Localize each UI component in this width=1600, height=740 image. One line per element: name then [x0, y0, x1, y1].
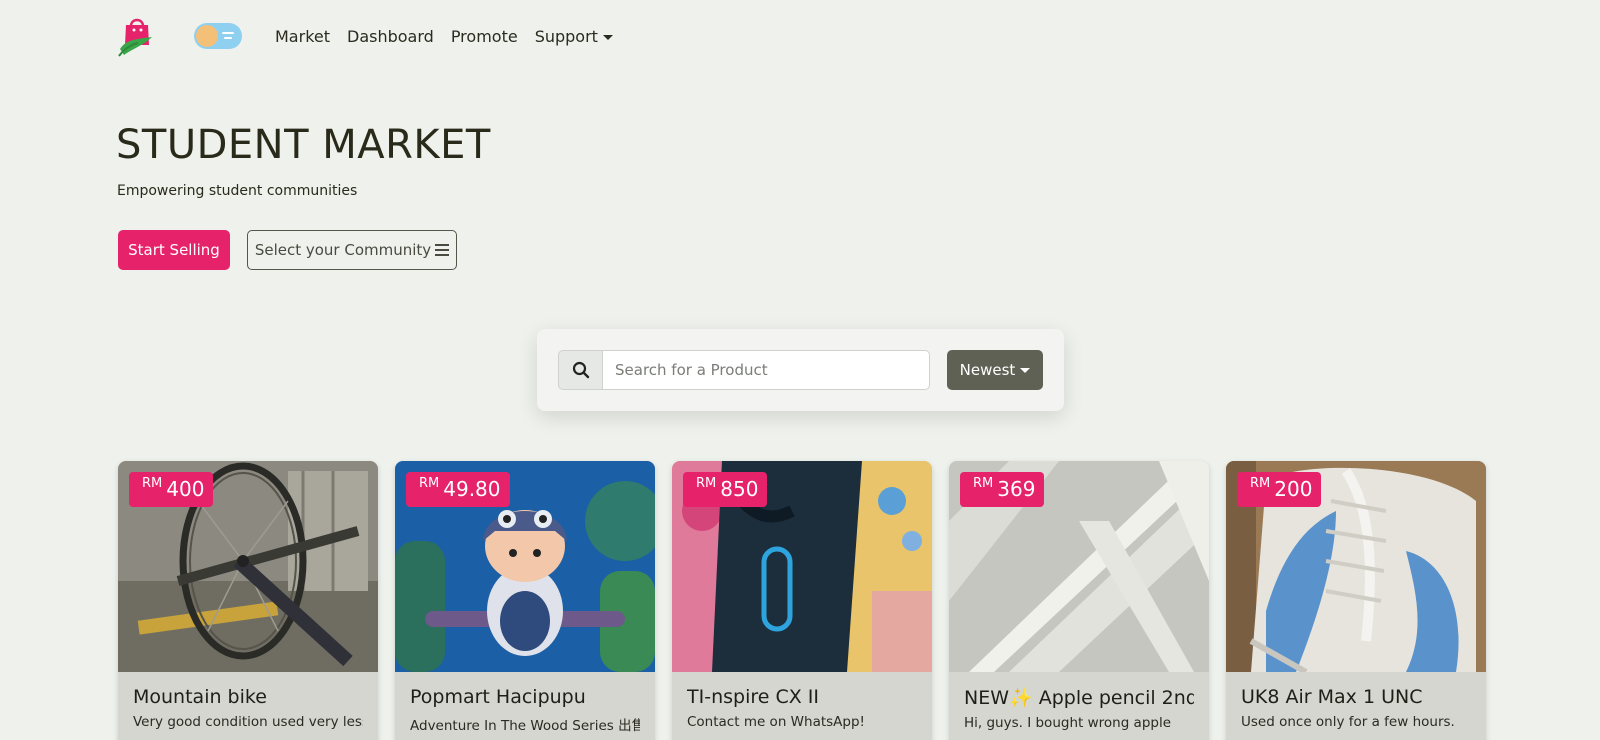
page-subtitle: Empowering student communities [117, 183, 358, 199]
caret-down-icon [602, 34, 613, 40]
product-description: Used once only for a few hours. [1241, 714, 1455, 730]
price-value: 49.80 [443, 477, 501, 501]
product-card[interactable]: RM 400 Mountain bike Very good condition… [118, 461, 378, 740]
product-title: NEW✨ Apple pencil 2nd [964, 687, 1194, 709]
card-body: UK8 Air Max 1 UNC Used once only for a f… [1226, 672, 1486, 730]
product-card[interactable]: RM 200 UK8 Air Max 1 UNC Used once only … [1226, 461, 1486, 740]
start-selling-button[interactable]: Start Selling [118, 230, 230, 270]
sort-label: Newest [959, 361, 1016, 379]
sun-icon [196, 25, 218, 47]
product-grid: RM 400 Mountain bike Very good condition… [118, 461, 1486, 740]
select-community-button[interactable]: Select your Community [247, 230, 457, 270]
search-icon [558, 350, 602, 390]
price-value: 200 [1274, 477, 1313, 501]
theme-toggle[interactable] [194, 23, 242, 49]
price-currency: RM [1250, 476, 1271, 491]
nav-link-dashboard[interactable]: Dashboard [347, 27, 434, 46]
product-card[interactable]: RM 369 NEW✨ Apple pencil 2nd Hi, guys. I… [949, 461, 1209, 740]
price-value: 850 [720, 477, 759, 501]
price-currency: RM [696, 476, 717, 491]
product-description: Hi, guys. I bought wrong apple [964, 715, 1172, 731]
price-value: 400 [166, 477, 205, 501]
card-body: Popmart Hacipupu Adventure In The Wood S… [395, 672, 655, 734]
search-group [558, 350, 930, 390]
product-image-pencil: RM 369 [949, 461, 1209, 672]
search-input[interactable] [602, 350, 930, 390]
product-image-figure: RM 49.80 [395, 461, 655, 672]
price-currency: RM [419, 476, 440, 491]
caret-down-icon [1020, 367, 1031, 373]
product-description: Contact me on WhatsApp! [687, 714, 865, 730]
price-currency: RM [973, 476, 994, 491]
product-title: UK8 Air Max 1 UNC [1241, 686, 1423, 708]
product-description: Very good condition used very less [133, 714, 363, 730]
product-title: Mountain bike [133, 686, 267, 708]
product-image-calculator-case: RM 850 [672, 461, 932, 672]
product-title: Popmart Hacipupu [410, 686, 586, 708]
search-panel: Newest [537, 329, 1064, 411]
nav-support-label: Support [534, 26, 598, 46]
product-image-sneaker: RM 200 [1226, 461, 1486, 672]
price-currency: RM [142, 476, 163, 491]
price-badge: RM 49.80 [406, 472, 510, 507]
nav-dropdown-support[interactable]: Support [535, 27, 613, 46]
nav-link-market[interactable]: Market [275, 27, 330, 46]
product-image-bike: RM 400 [118, 461, 378, 672]
product-card[interactable]: RM 850 TI-nspire CX II Contact me on Wha… [672, 461, 932, 740]
product-card[interactable]: RM 49.80 Popmart Hacipupu Adventure In T… [395, 461, 655, 740]
toggle-streak [222, 32, 234, 34]
shopping-bag-logo-icon[interactable] [118, 15, 156, 57]
card-body: NEW✨ Apple pencil 2nd Hi, guys. I bought… [949, 672, 1209, 731]
product-title: TI-nspire CX II [687, 686, 819, 708]
page-title: STUDENT MARKET [116, 122, 491, 168]
price-badge: RM 400 [129, 472, 214, 507]
card-body: Mountain bike Very good condition used v… [118, 672, 378, 730]
card-body: TI-nspire CX II Contact me on WhatsApp! [672, 672, 932, 730]
select-community-label: Select your Community [254, 241, 432, 259]
nav-link-promote[interactable]: Promote [451, 27, 518, 46]
hamburger-menu-icon [435, 244, 450, 256]
price-value: 369 [997, 477, 1036, 501]
product-description: Adventure In The Wood Series 出售 [410, 718, 640, 734]
price-badge: RM 369 [960, 472, 1045, 507]
sort-dropdown-button[interactable]: Newest [947, 350, 1043, 390]
toggle-streak [224, 37, 232, 39]
navbar: Market Dashboard Promote Support [118, 12, 630, 60]
price-badge: RM 850 [683, 472, 768, 507]
price-badge: RM 200 [1237, 472, 1322, 507]
